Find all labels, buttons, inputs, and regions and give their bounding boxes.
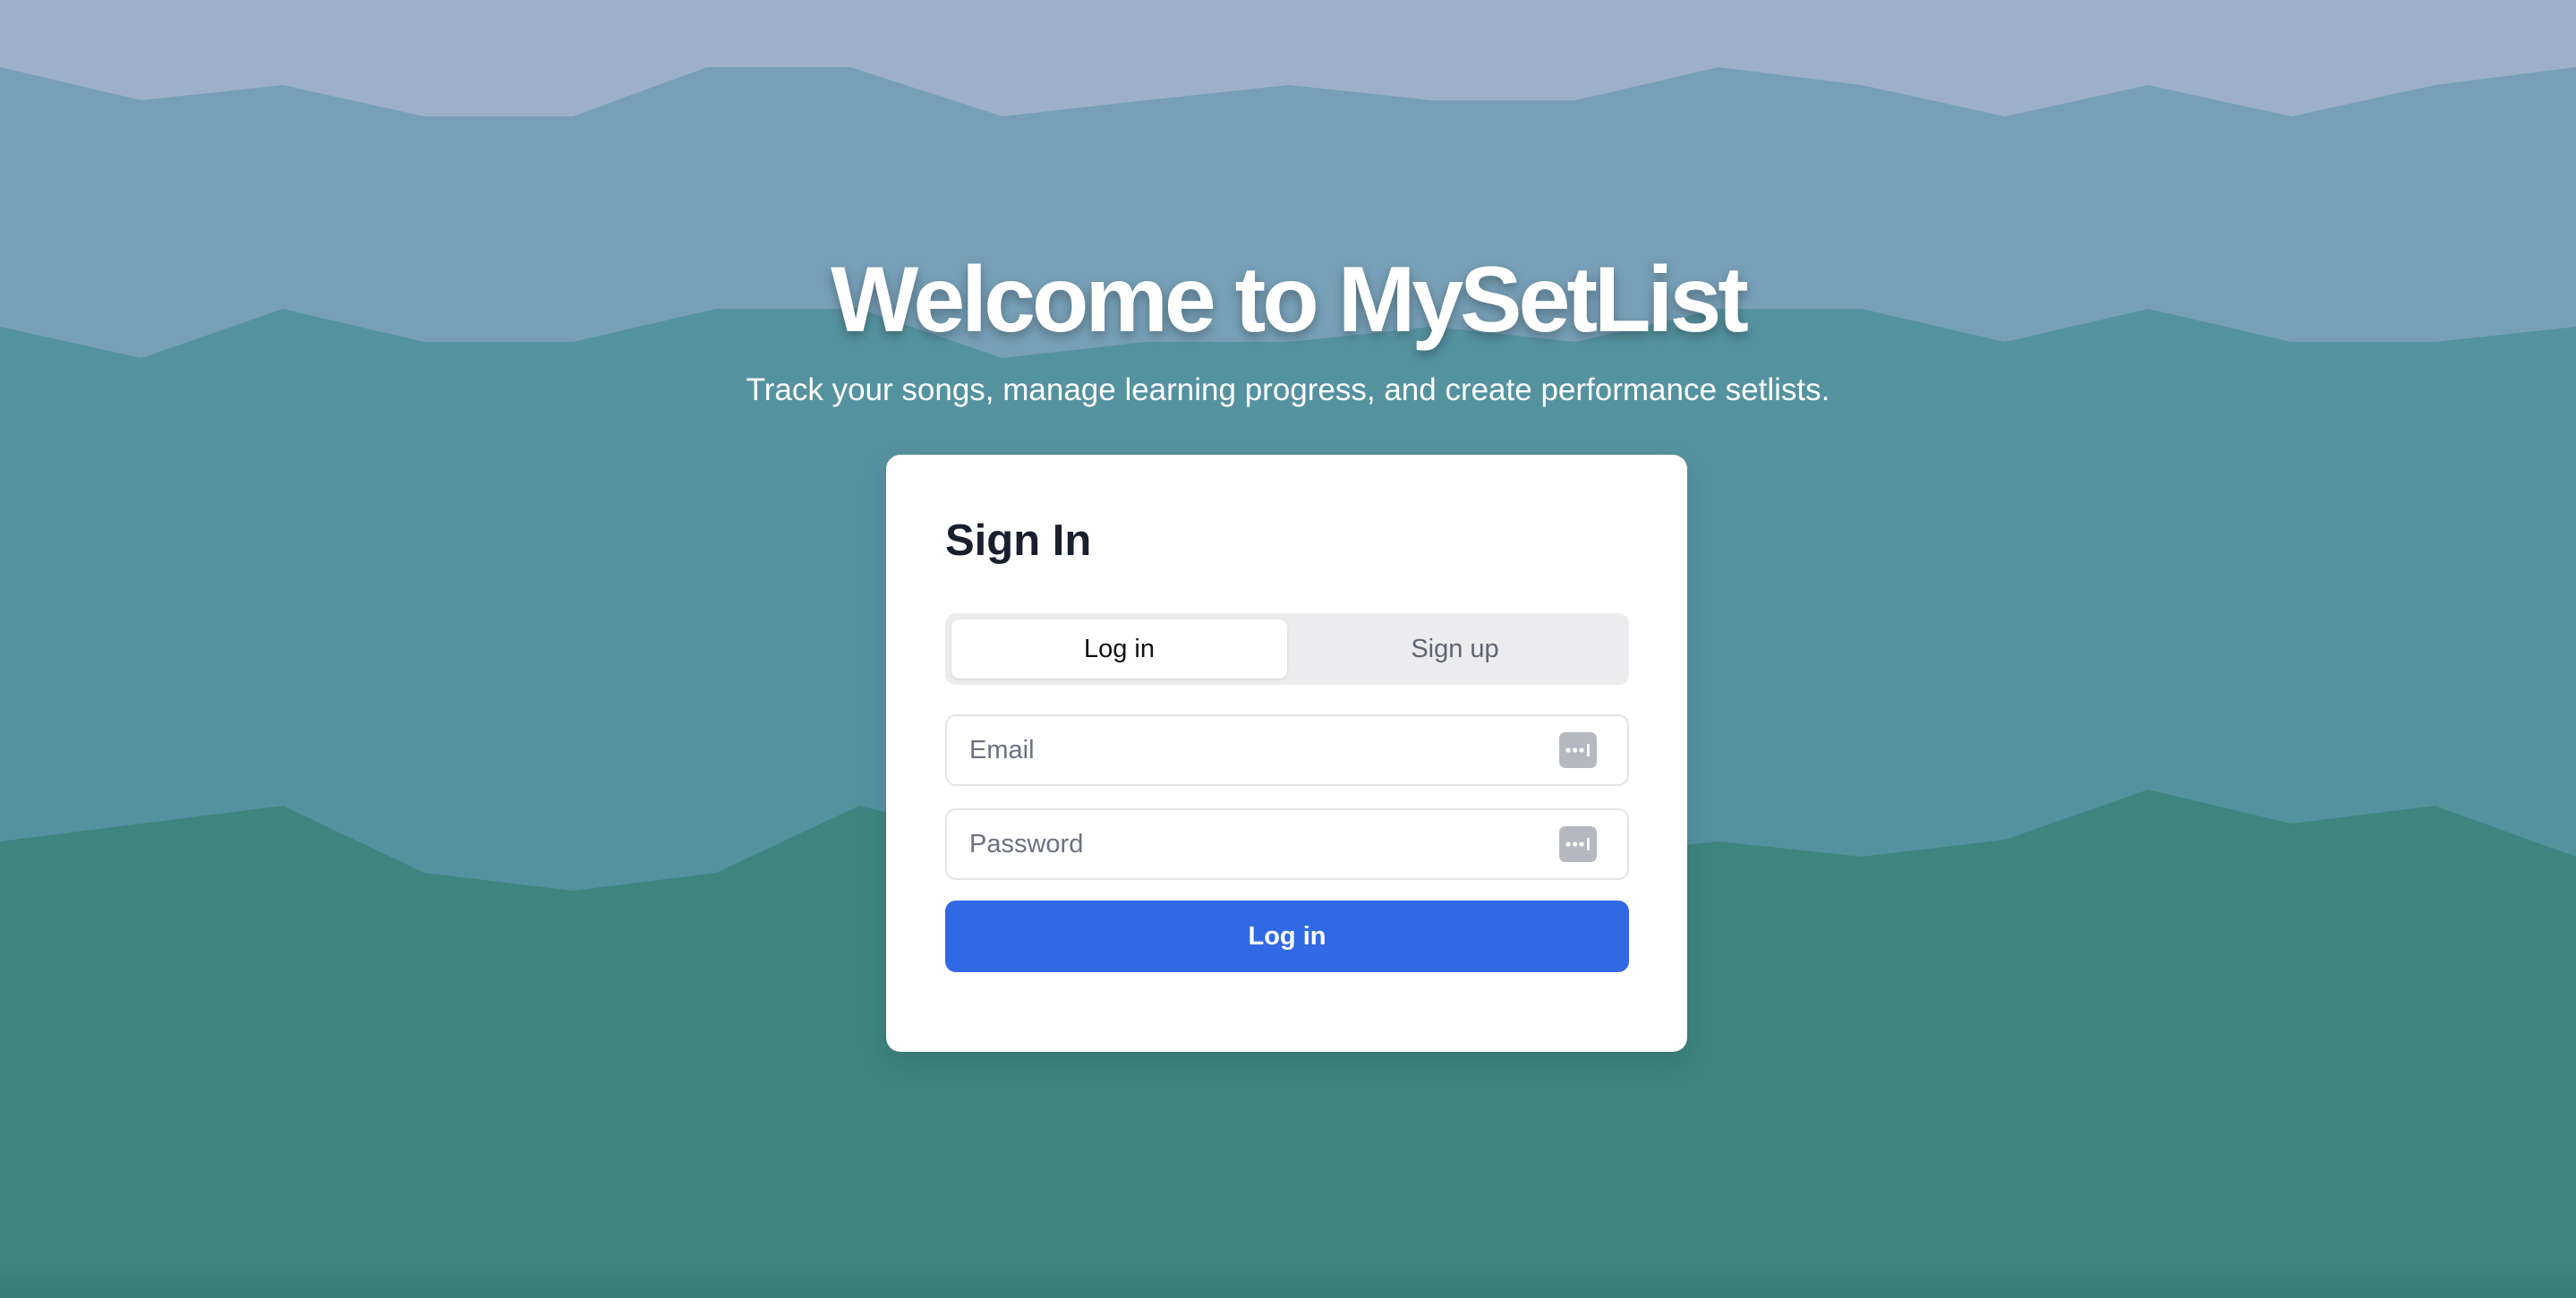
password-manager-icon[interactable] bbox=[1559, 732, 1597, 768]
password-field-wrapper bbox=[945, 808, 1629, 880]
password-manager-icon[interactable] bbox=[1559, 826, 1597, 862]
auth-tabs: Log in Sign up bbox=[945, 613, 1629, 685]
page-subtitle: Track your songs, manage learning progre… bbox=[746, 372, 1830, 407]
password-field[interactable] bbox=[947, 810, 1627, 878]
log-in-button[interactable]: Log in bbox=[945, 901, 1629, 972]
page-title: Welcome to MySetList bbox=[831, 248, 1749, 352]
email-field-wrapper bbox=[945, 714, 1629, 786]
sign-in-card: Sign In Log in Sign up Log in bbox=[886, 455, 1687, 1052]
tab-log-in[interactable]: Log in bbox=[951, 619, 1287, 679]
sign-in-title: Sign In bbox=[945, 517, 1092, 565]
bottom-shade bbox=[0, 1262, 2576, 1298]
email-field[interactable] bbox=[947, 716, 1627, 784]
hero: Welcome to MySetList Track your songs, m… bbox=[0, 242, 2576, 410]
tab-sign-up[interactable]: Sign up bbox=[1287, 619, 1623, 679]
